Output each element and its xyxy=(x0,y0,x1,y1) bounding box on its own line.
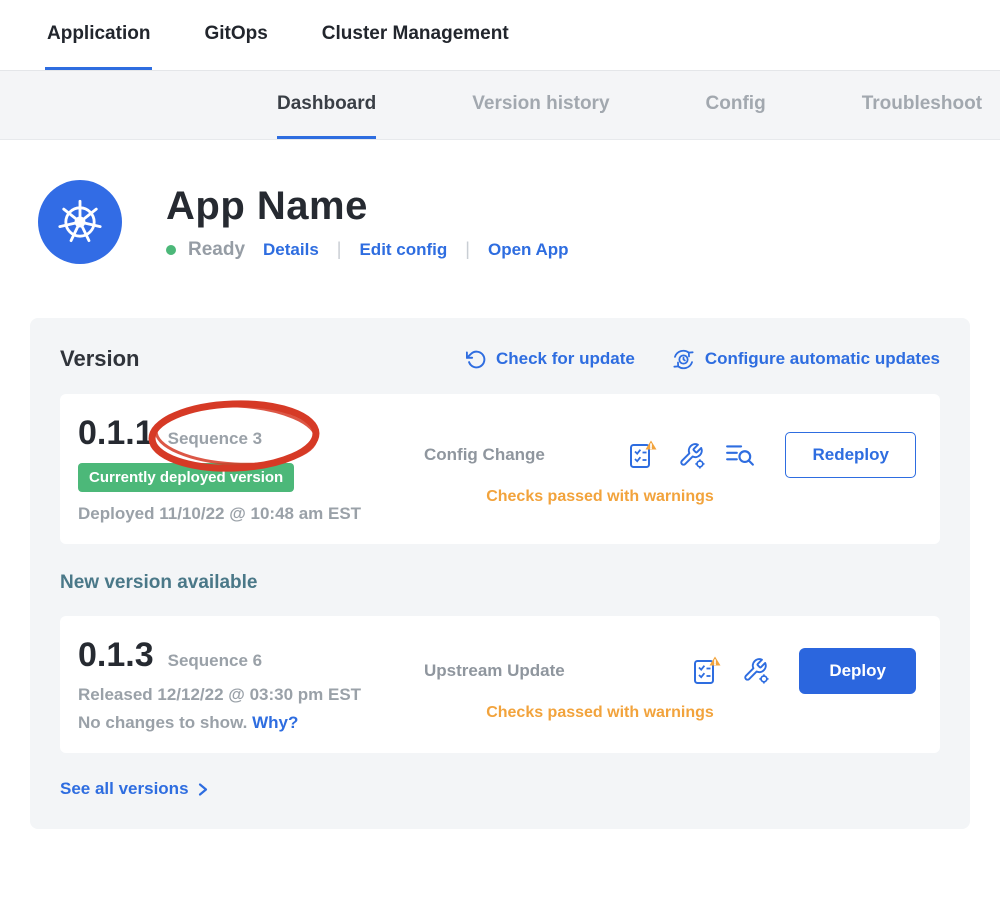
current-version-card: 0.1.1 Sequence 3 Currently deployed vers… xyxy=(60,394,940,544)
chevron-right-icon xyxy=(197,782,209,797)
why-link[interactable]: Why? xyxy=(252,713,298,732)
view-files-diff-icon[interactable] xyxy=(725,442,755,468)
currently-deployed-badge: Currently deployed version xyxy=(78,463,294,492)
kubernetes-wheel-icon xyxy=(56,198,104,246)
refresh-icon xyxy=(466,349,487,370)
available-version-sequence: Sequence 6 xyxy=(168,651,263,671)
available-version-number: 0.1.3 xyxy=(78,636,154,675)
redeploy-button[interactable]: Redeploy xyxy=(785,432,916,478)
check-for-update-label: Check for update xyxy=(496,349,635,369)
nav-item-cluster-management[interactable]: Cluster Management xyxy=(320,0,511,70)
page-title: App Name xyxy=(166,184,569,229)
version-panel: Version Check for update Configure xyxy=(30,318,970,829)
see-all-versions-label: See all versions xyxy=(60,779,189,799)
open-app-link[interactable]: Open App xyxy=(488,240,569,260)
preflight-checks-warning-icon[interactable] xyxy=(690,655,722,687)
new-version-heading: New version available xyxy=(60,572,940,594)
kubernetes-logo xyxy=(38,180,122,264)
released-timestamp: Released 12/12/22 @ 03:30 pm EST xyxy=(78,685,408,705)
separator: | xyxy=(459,239,476,260)
tab-version-history[interactable]: Version history xyxy=(472,71,609,139)
config-wrench-gear-icon[interactable] xyxy=(678,442,705,469)
checks-warning-text: Checks passed with warnings xyxy=(424,704,916,722)
edit-config-link[interactable]: Edit config xyxy=(359,240,447,260)
configure-automatic-updates-button[interactable]: Configure automatic updates xyxy=(671,347,940,372)
separator: | xyxy=(331,239,348,260)
configure-automatic-updates-label: Configure automatic updates xyxy=(705,349,940,369)
checks-warning-text: Checks passed with warnings xyxy=(424,488,916,506)
version-heading: Version xyxy=(60,346,139,372)
available-version-card: 0.1.3 Sequence 6 Released 12/12/22 @ 03:… xyxy=(60,616,940,753)
app-header: App Name Ready Details | Edit config | O… xyxy=(38,180,1000,264)
tab-troubleshoot[interactable]: Troubleshoot xyxy=(862,71,982,139)
see-all-versions-link[interactable]: See all versions xyxy=(60,779,940,799)
current-version-sequence: Sequence 3 xyxy=(168,429,263,449)
details-link[interactable]: Details xyxy=(263,240,319,260)
tab-dashboard[interactable]: Dashboard xyxy=(277,71,376,139)
deploy-button[interactable]: Deploy xyxy=(799,648,916,694)
nav-item-application[interactable]: Application xyxy=(45,0,152,70)
status-badge: Ready xyxy=(188,239,245,261)
deployed-timestamp: Deployed 11/10/22 @ 10:48 am EST xyxy=(78,504,408,524)
nav-item-gitops[interactable]: GitOps xyxy=(202,0,269,70)
current-version-number: 0.1.1 xyxy=(78,414,154,453)
tab-config[interactable]: Config xyxy=(706,71,766,139)
primary-nav: Application GitOps Cluster Management xyxy=(0,0,1000,71)
no-changes-text: No changes to show. xyxy=(78,713,247,732)
status-dot-icon xyxy=(166,245,176,255)
config-wrench-gear-icon[interactable] xyxy=(742,657,769,684)
check-for-update-button[interactable]: Check for update xyxy=(466,349,635,370)
change-type-label: Upstream Update xyxy=(424,661,565,681)
change-type-label: Config Change xyxy=(424,445,545,465)
preflight-checks-warning-icon[interactable] xyxy=(626,439,658,471)
app-tabs: Dashboard Version history Config Trouble… xyxy=(0,71,1000,140)
auto-update-clock-icon xyxy=(671,347,696,372)
